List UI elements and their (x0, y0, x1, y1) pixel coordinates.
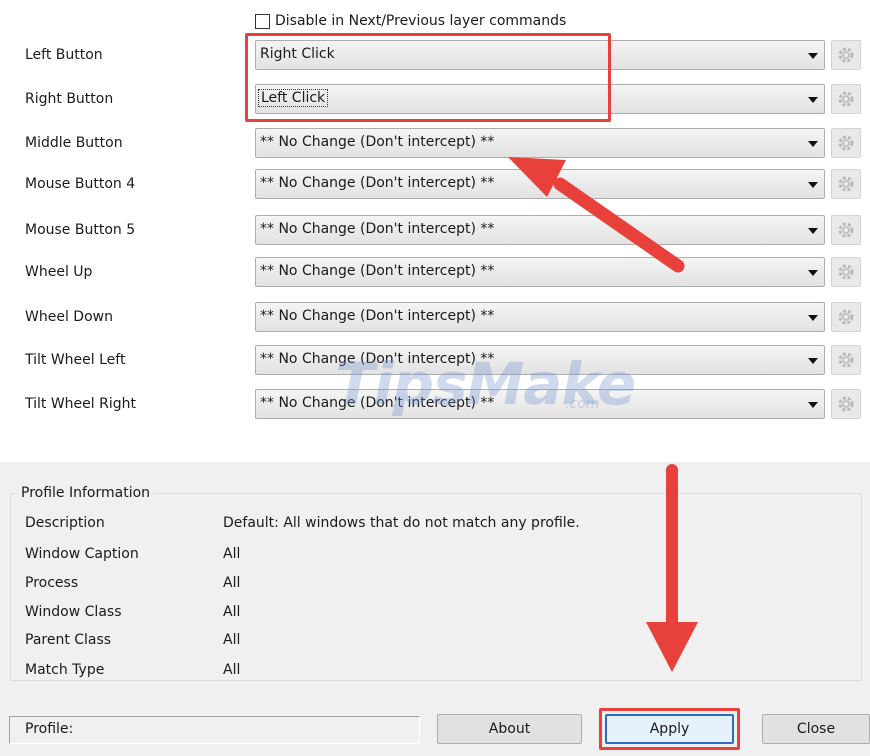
diagonal-annotation-arrow (508, 157, 685, 273)
red-arrow-icon (508, 157, 698, 672)
down-annotation-arrow (646, 464, 698, 672)
